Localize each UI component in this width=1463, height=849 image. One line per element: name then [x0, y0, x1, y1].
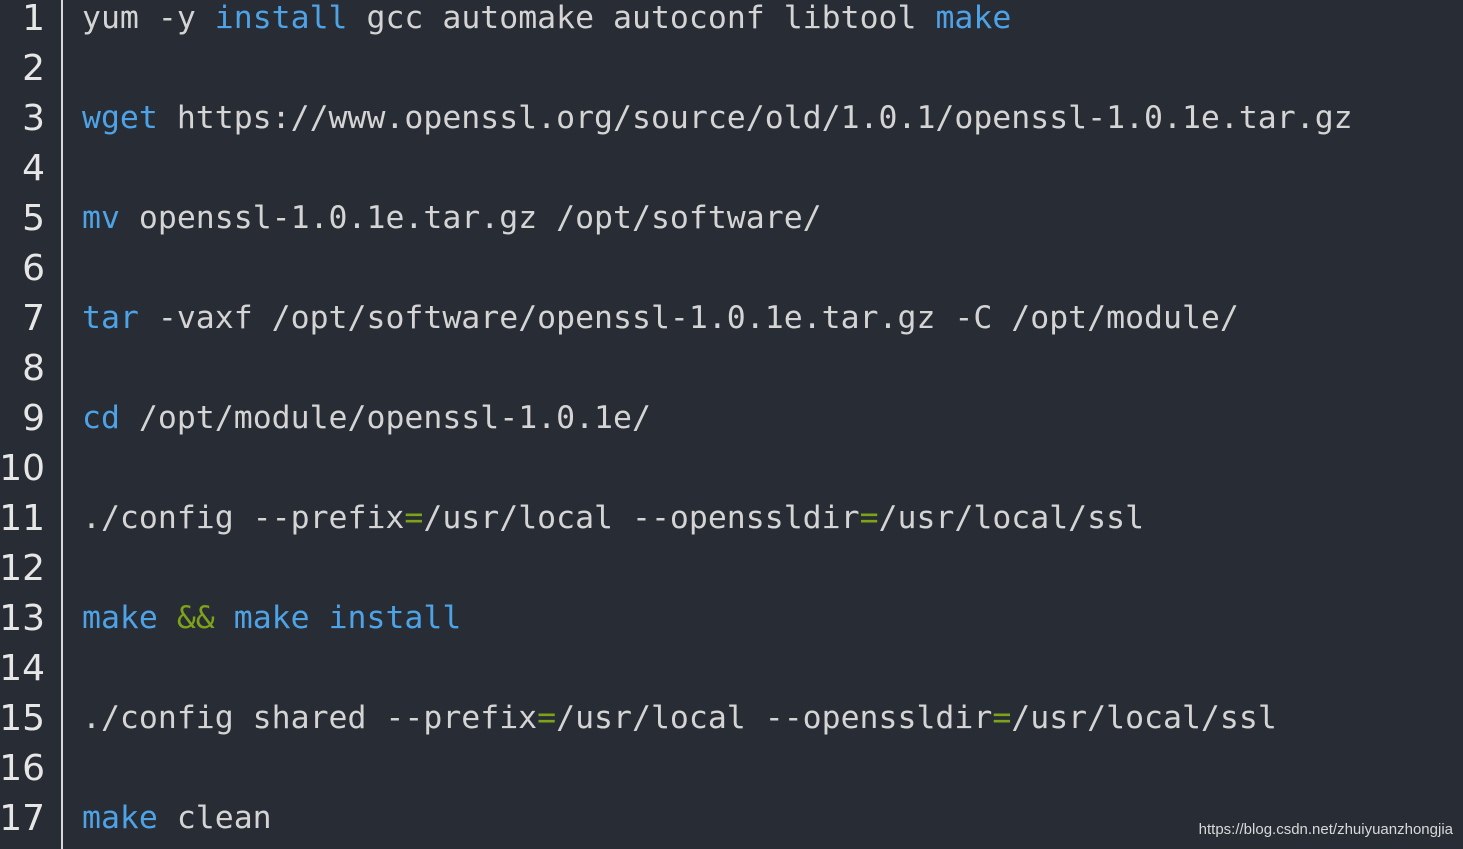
code-text: -vaxf /opt/software/openssl-1.0.1e.tar.g… — [138, 300, 1239, 336]
line-number: 16 — [0, 748, 45, 789]
line-number: 3 — [22, 98, 45, 139]
code-text: /usr/local/ssl — [878, 500, 1145, 536]
code-keyword: wget — [82, 100, 158, 136]
code-line: make clean — [82, 800, 272, 849]
line-number: 12 — [0, 548, 45, 589]
line-number: 14 — [0, 648, 45, 689]
line-number: 5 — [22, 198, 45, 239]
code-keyword: install — [214, 0, 348, 36]
code-operator: = — [992, 700, 1012, 736]
code-operator: = — [404, 500, 424, 536]
watermark-url: https://blog.csdn.net/zhuiyuanzhongjia — [1198, 821, 1453, 838]
line-number: 7 — [22, 298, 45, 339]
code-keyword: cd — [82, 400, 120, 436]
code-operator: = — [537, 700, 557, 736]
code-line: ./config shared --prefix=/usr/local --op… — [82, 700, 1277, 750]
code-operator: && — [176, 600, 215, 636]
code-line: cd /opt/module/openssl-1.0.1e/ — [82, 400, 651, 450]
code-keyword: make — [82, 800, 158, 836]
code-line: mv openssl-1.0.1e.tar.gz /opt/software/ — [82, 200, 822, 250]
code-text: ./config --prefix — [82, 500, 405, 536]
code-keyword: tar — [82, 300, 139, 336]
code-line: tar -vaxf /opt/software/openssl-1.0.1e.t… — [82, 300, 1239, 350]
line-number: 15 — [0, 698, 45, 739]
code-text: /usr/local --openssldir — [423, 500, 860, 536]
code-keyword: make — [82, 600, 158, 636]
code-keyword: install — [328, 600, 462, 636]
code-text: yum -y — [82, 0, 215, 36]
line-number: 11 — [0, 498, 45, 539]
code-text: ./config shared --prefix — [82, 700, 538, 736]
line-number: 17 — [0, 798, 45, 839]
code-line: make && make install — [82, 600, 461, 650]
code-keyword: make — [935, 0, 1012, 36]
code-line: yum -y install gcc automake autoconf lib… — [82, 0, 1011, 50]
code-text: clean — [157, 800, 272, 836]
code-text: https://www.openssl.org/source/old/1.0.1… — [157, 100, 1353, 136]
code-text: /opt/module/openssl-1.0.1e/ — [119, 400, 651, 436]
code-operator: = — [859, 500, 879, 536]
line-number: 13 — [0, 598, 45, 639]
code-line: wget https://www.openssl.org/source/old/… — [82, 100, 1353, 150]
line-number-gutter: 1 2 3 4 5 6 7 8 9 10 11 12 13 14 15 16 17 — [0, 0, 63, 849]
code-line: ./config --prefix=/usr/local --openssldi… — [82, 500, 1144, 550]
line-number: 1 — [22, 0, 45, 39]
line-number: 2 — [22, 48, 45, 89]
code-text: /usr/local/ssl — [1011, 700, 1277, 736]
line-number: 10 — [0, 448, 45, 489]
code-text: openssl-1.0.1e.tar.gz /opt/software/ — [119, 200, 822, 236]
code-text: /usr/local --openssldir — [556, 700, 993, 736]
code-keyword: make — [233, 600, 310, 636]
line-number: 8 — [22, 348, 45, 389]
line-number: 4 — [22, 148, 45, 189]
line-number: 9 — [22, 398, 45, 439]
line-number: 6 — [22, 248, 45, 289]
code-text: gcc automake autoconf libtool — [347, 0, 936, 36]
code-keyword: mv — [82, 200, 120, 236]
code-editor: 1 2 3 4 5 6 7 8 9 10 11 12 13 14 15 16 17 yum -y install… — [0, 0, 1463, 849]
